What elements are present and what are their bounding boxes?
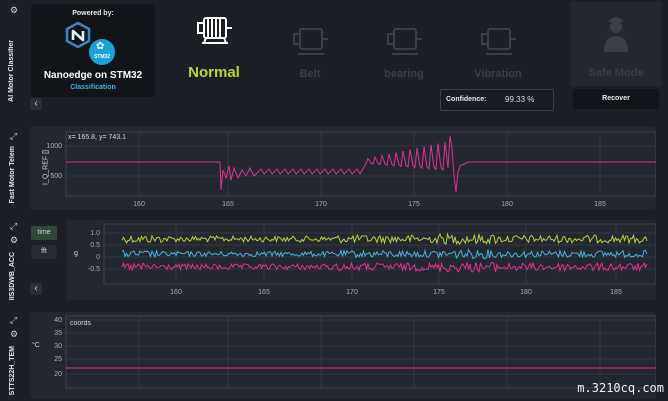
chart3-plot: 40 35 30 25 20 [54,315,656,389]
product-subtitle: Classification [70,84,116,91]
fft-mode-button[interactable]: fft [31,245,57,259]
state-label-safe-mode: Safe Mode [588,67,644,79]
state-label-belt: Belt [299,68,321,80]
chart3-section: ⤢ ⚙ STTS22H_TEM coords °C 40 35 30 25 20 [0,310,668,401]
chart1-panel: x= 165.8, y= 743.1 I_Q_REF [] 160 165 170 1… [30,126,656,210]
chart1-xtick: 180 [501,201,513,208]
motor-icon [387,28,422,55]
settings-gear-icon[interactable]: ⚙ [10,330,18,339]
chart3-plot-area [65,315,656,389]
chevron-left-icon: ‹ [34,283,38,294]
chart1-side-title: Fast Motor Telem [9,146,16,204]
chart3-ytick: 35 [54,330,62,337]
chart1-xtick: 170 [315,201,327,208]
chart3-ytick: 30 [54,343,62,350]
watermark-text: m.3210cq.com [577,381,664,395]
state-normal: Normal [182,6,246,86]
classifier-side-title: AI Motor Classifier [8,40,15,102]
confidence-value: 99.33 % [505,95,535,104]
chart2-section: ⤢ ⚙ IIS3DWB_ACC time fft ‹ g 160 165 170 17… [0,218,668,304]
chart2-ytick: -0.5 [88,266,100,273]
nanoedge-logo-icon [65,21,91,49]
chart1-plot-area [65,131,656,197]
chart2-side-title: IIS3DWB_ACC [9,252,16,301]
product-name: Nanoedge on STM32 [43,70,143,81]
chart3-side-title: STTS22H_TEM [9,346,16,396]
chart2-xtick: 170 [346,289,358,296]
recover-button[interactable]: Recover [573,89,659,109]
nanoedge-logo-card: Powered by: ✿ STM32 Nanoedge on STM32 Cl… [31,4,155,97]
chart2-xtick: 165 [258,289,270,296]
state-label-bearing: bearing [384,68,424,80]
chart2-plot: 160 165 170 175 180 185 1.0 0.5 0 -0.5 [88,223,656,296]
expand-icon[interactable]: ⤢ [10,132,17,141]
settings-gear-icon[interactable]: ⚙ [10,236,18,245]
chart2-series-z [121,261,648,273]
classifier-section: AI Motor Classifier ⚙ ‹ Powered by: ✿ ST… [0,0,668,118]
chart2-ytick: 1.0 [90,230,100,237]
chart1-section: ⤢ Fast Motor Telem x= 165.8, y= 743.1 I_… [0,122,668,214]
chart2-xtick: 180 [520,289,532,296]
chart3-panel: coords °C 40 35 30 25 20 [30,312,656,399]
state-vibration: Vibration [466,6,530,86]
chart2-ytick: 0 [96,254,100,261]
confidence-box: Confidence: 99.33 % [440,89,554,111]
stm32-badge-text: STM32 [93,54,111,60]
expand-icon[interactable]: ⤢ [10,316,17,325]
chart2-ytick: 0.5 [90,242,100,249]
motor-icon [481,28,516,55]
collapse-chevron-button[interactable]: ‹ [30,283,42,295]
chart1-xtick: 165 [222,201,234,208]
state-label-vibration: Vibration [474,68,522,80]
confidence-label: Confidence: [446,96,487,103]
settings-gear-icon[interactable]: ⚙ [10,6,18,15]
safe-mode-panel: Safe Mode [570,2,662,86]
chart1-xtick: 160 [133,201,145,208]
motor-icon [293,28,328,55]
collapse-chevron-button[interactable]: ‹ [30,98,42,110]
chart1-xtick: 185 [594,201,606,208]
chart3-ytick: 25 [54,356,62,363]
motor-icon [197,17,232,44]
chart3-ytick: 20 [54,371,62,378]
chart1-ytick: 500 [50,173,62,180]
state-label-normal: Normal [188,64,240,81]
expand-icon[interactable]: ⤢ [10,222,17,231]
chart1-series-line [66,135,656,193]
chart2-xtick: 185 [610,289,622,296]
state-bearing: bearing [372,6,436,86]
worker-icon [604,17,628,52]
chart2-xtick: 175 [433,289,445,296]
chart1-ytick: 1000 [46,143,62,150]
chevron-left-icon: ‹ [34,98,38,109]
chart3-ytick: 40 [54,317,62,324]
stm32-badge: ✿ STM32 [89,39,115,65]
chart2-panel: g 160 165 170 175 180 185 1.0 0.5 0 -0.5 [66,220,656,300]
powered-by-text: Powered by: [72,10,114,17]
chart1-plot: 160 165 170 175 180 185 1000 500 [46,131,656,208]
chart1-xtick: 175 [408,201,420,208]
chart2-series-x [121,232,648,246]
butterfly-icon: ✿ [96,41,105,52]
state-belt: Belt [278,6,342,86]
chart2-xtick: 160 [170,289,182,296]
time-mode-button[interactable]: time [31,226,57,240]
